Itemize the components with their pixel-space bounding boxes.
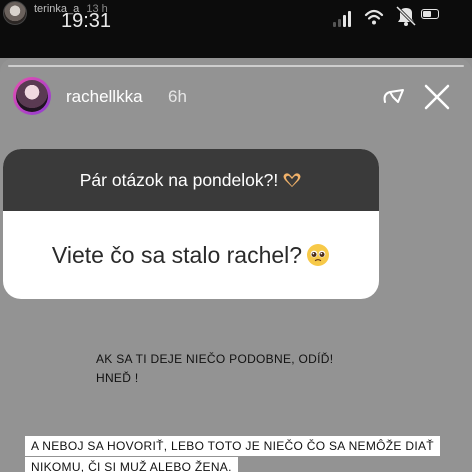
story-avatar[interactable] bbox=[13, 77, 51, 115]
outer-status-bar: terinka_a 13 h 19:31 bbox=[0, 0, 472, 58]
story-time-ago: 6h bbox=[168, 87, 187, 106]
question-sticker-body: Viete čo sa stalo rachel? bbox=[3, 211, 379, 299]
answer-2-line-2: NIKOMU, ČI SI MUŽ ALEBO ŽENA. bbox=[25, 457, 238, 472]
question-text: Viete čo sa stalo rachel? bbox=[51, 241, 303, 268]
answer-2-line-1: A NEBOJ SA HOVORIŤ, LEBO TOTO JE NIEČO Č… bbox=[25, 436, 440, 456]
answer-1-line-2: HNEĎ ! bbox=[96, 371, 139, 385]
pleading-face-emoji-icon bbox=[307, 244, 330, 266]
story-viewer[interactable]: rachellkka 6h Pár otázok na pondelok?! V… bbox=[0, 58, 472, 472]
answer-1-line-1: AK SA TI DEJE NIEČO PODOBNE, ODÍĎ! bbox=[96, 352, 334, 366]
question-sticker-header: Pár otázok na pondelok?! bbox=[3, 149, 379, 211]
heart-hands-emoji-icon bbox=[283, 173, 301, 187]
more-options-icon[interactable] bbox=[381, 86, 405, 108]
signal-icon bbox=[333, 11, 351, 27]
mute-icon bbox=[395, 5, 417, 27]
answer-text-2: A NEBOJ SA HOVORIŤ, LEBO TOTO JE NIEČO Č… bbox=[25, 436, 455, 472]
story-progress-bar bbox=[8, 65, 464, 67]
status-time: 19:31 bbox=[61, 10, 112, 32]
close-icon[interactable] bbox=[422, 82, 452, 112]
story-username[interactable]: rachellkka bbox=[66, 87, 143, 107]
answer-text-1: AK SA TI DEJE NIEČO PODOBNE, ODÍĎ! HNEĎ … bbox=[96, 350, 376, 388]
question-sticker[interactable]: Pár otázok na pondelok?! Viete čo sa sta… bbox=[3, 149, 379, 299]
battery-icon bbox=[421, 9, 439, 19]
wifi-icon bbox=[364, 9, 384, 25]
question-header-text: Pár otázok na pondelok?! bbox=[79, 169, 279, 190]
outer-avatar[interactable] bbox=[3, 1, 27, 25]
